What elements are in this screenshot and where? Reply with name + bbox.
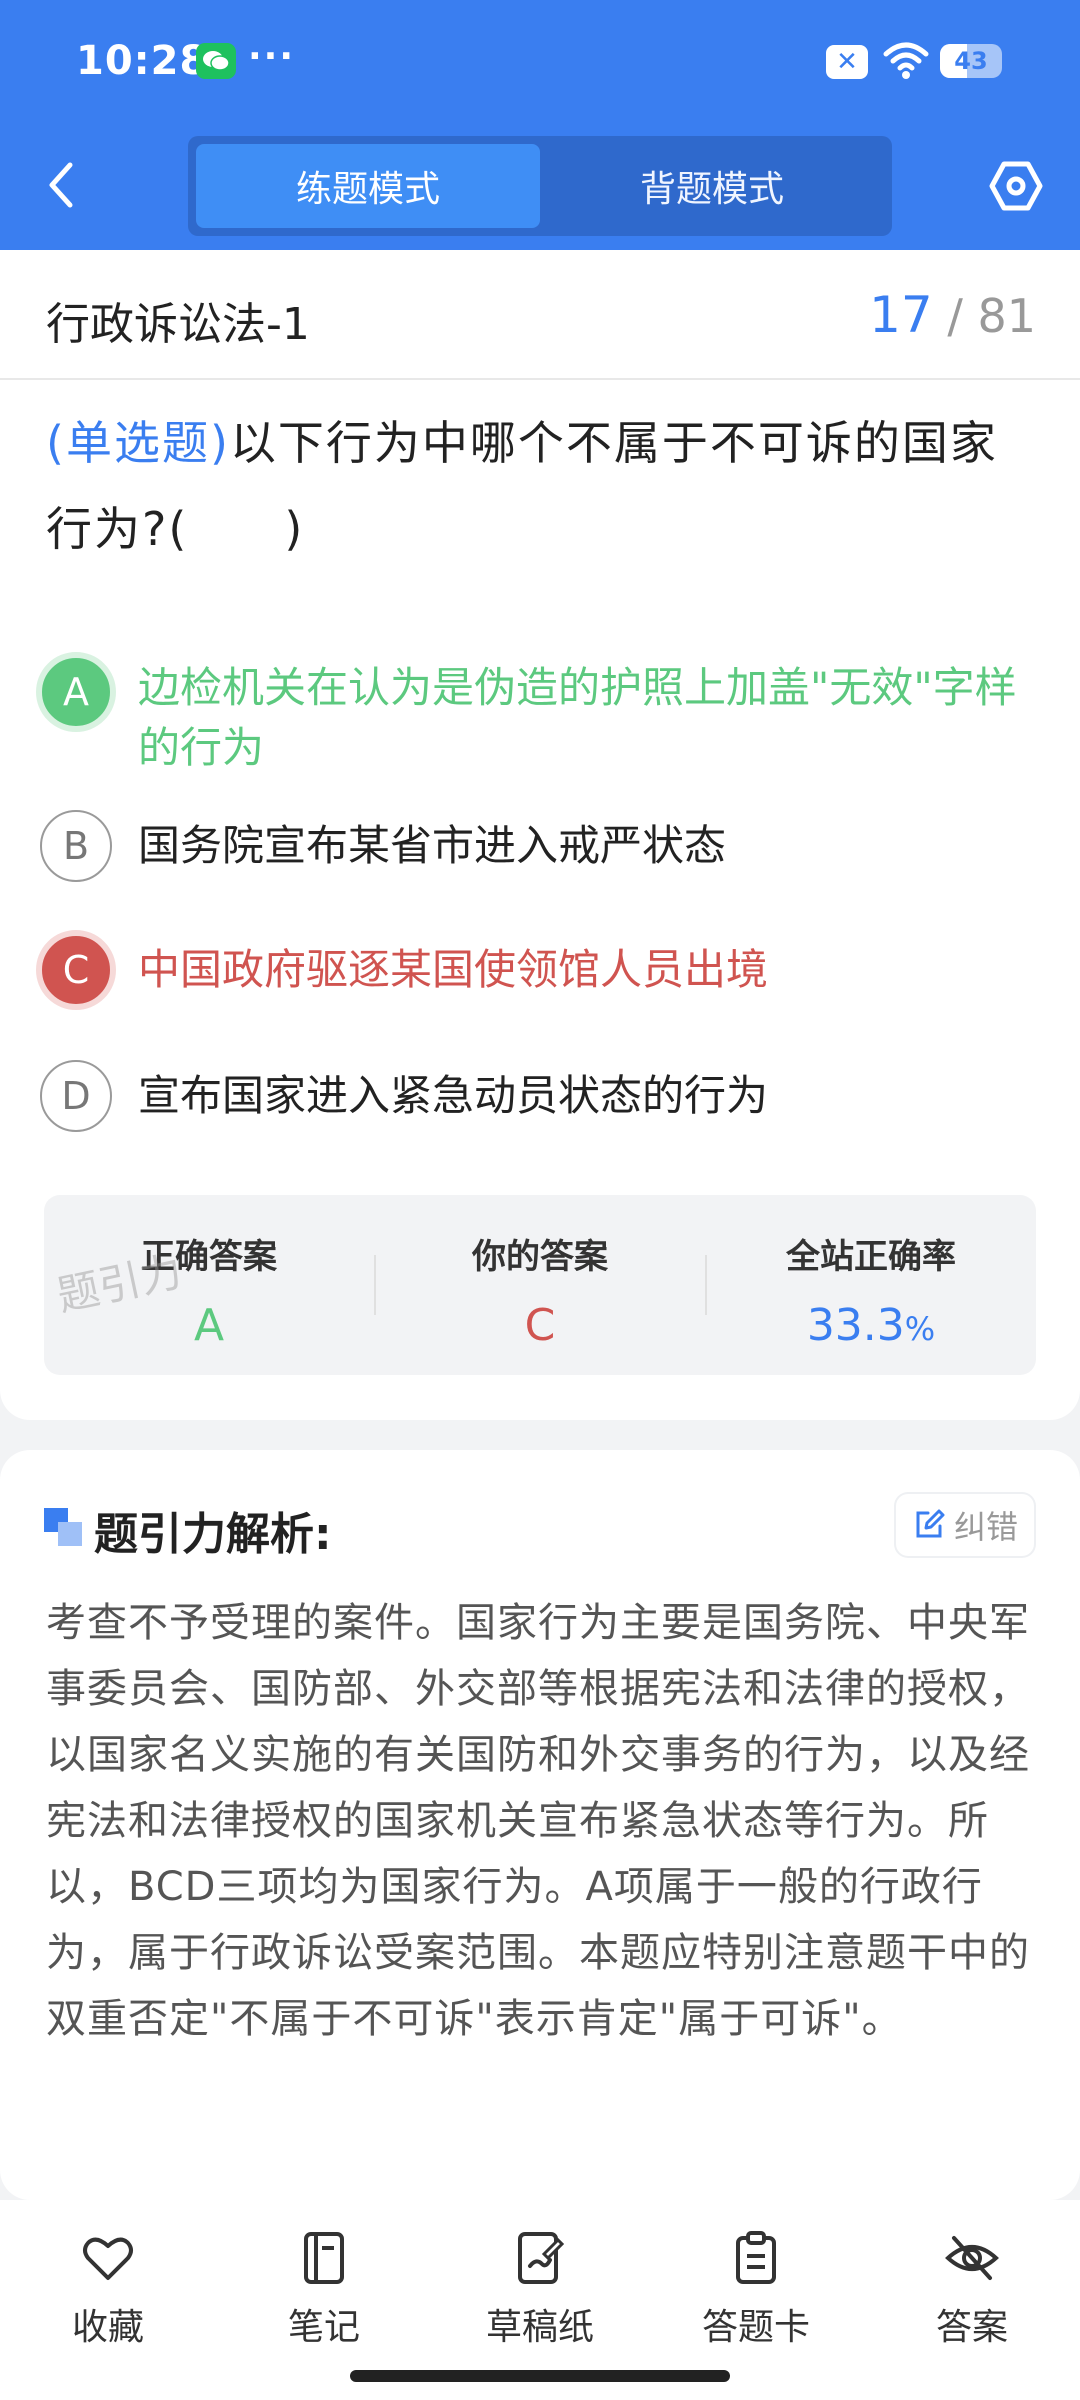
app-header: 10:28 ··· ✕ 43 练题模式 背题模式 bbox=[0, 0, 1080, 250]
clipboard-icon bbox=[736, 2231, 776, 2284]
accuracy-label: 全站正确率 bbox=[786, 1237, 956, 1277]
wechat-icon bbox=[196, 43, 236, 79]
option-b[interactable]: B 国务院宣布某省市进入戒严状态 bbox=[40, 810, 1040, 882]
your-answer-label: 你的答案 bbox=[472, 1237, 608, 1277]
accuracy-unit: % bbox=[904, 1310, 936, 1348]
home-indicator[interactable] bbox=[350, 2370, 730, 2382]
notes-button[interactable]: 笔记 bbox=[244, 2230, 404, 2350]
your-answer-stat: 你的答案 C bbox=[375, 1195, 705, 1375]
answer-sheet-label: 答题卡 bbox=[701, 2307, 810, 2348]
question-progress[interactable]: 17 / 81 bbox=[869, 286, 1036, 344]
more-notifications-icon: ··· bbox=[248, 36, 296, 77]
show-answer-label: 答案 bbox=[935, 2307, 1008, 2348]
tab-memorize-mode[interactable]: 背题模式 bbox=[540, 144, 884, 228]
wifi-icon bbox=[883, 42, 929, 79]
option-d[interactable]: D 宣布国家进入紧急动员状态的行为 bbox=[40, 1060, 1040, 1132]
option-text: 宣布国家进入紧急动员状态的行为 bbox=[138, 1071, 769, 1120]
your-answer-value: C bbox=[524, 1300, 556, 1351]
option-text: 边检机关在认为是伪造的护照上加盖"无效"字样的行为 bbox=[138, 663, 1017, 772]
back-chevron-icon[interactable] bbox=[40, 155, 84, 215]
analysis-card: 题引力解析: 纠错 考查不予受理的案件。国家行为主要是国务院、中央军事委员会、国… bbox=[0, 1450, 1080, 2200]
favorite-label: 收藏 bbox=[71, 2307, 144, 2348]
scratch-paper-button[interactable]: 草稿纸 bbox=[460, 2230, 620, 2350]
analysis-squares-icon bbox=[44, 1508, 82, 1546]
status-time: 10:28 bbox=[76, 38, 209, 84]
battery-indicator: 43 bbox=[940, 44, 1002, 78]
notebook-icon bbox=[304, 2232, 344, 2284]
mode-switch: 练题模式 背题模式 bbox=[188, 136, 892, 236]
analysis-text: 考查不予受理的案件。国家行为主要是国务院、中央军事委员会、国防部、外交部等根据宪… bbox=[46, 1600, 1030, 2042]
answer-sheet-button[interactable]: 答题卡 bbox=[676, 2230, 836, 2350]
accuracy-value: 33.3% bbox=[706, 1300, 1036, 1351]
show-answer-button[interactable]: 答案 bbox=[892, 2230, 1052, 2350]
analysis-title: 题引力解析: bbox=[94, 1509, 332, 1560]
title-row: 行政诉讼法-1 17 / 81 bbox=[0, 250, 1080, 380]
option-letter: C bbox=[36, 930, 116, 1010]
edit-icon bbox=[916, 1509, 945, 1538]
notes-label: 笔记 bbox=[287, 2307, 360, 2348]
heart-icon bbox=[83, 2237, 133, 2280]
option-letter: D bbox=[40, 1060, 112, 1132]
option-a[interactable]: A 边检机关在认为是伪造的护照上加盖"无效"字样的行为 bbox=[36, 652, 1040, 778]
report-error-button[interactable]: 纠错 bbox=[896, 1494, 1034, 1556]
question-type-tag: (单选题) bbox=[46, 416, 230, 470]
option-letter: A bbox=[36, 652, 116, 732]
battery-level: 43 bbox=[954, 47, 988, 75]
current-question-number: 17 bbox=[869, 286, 933, 344]
total-questions: / 81 bbox=[947, 289, 1036, 343]
answer-stats: 正确答案 A 你的答案 C 全站正确率 33.3% bbox=[44, 1195, 1036, 1375]
question-stem: (单选题)以下行为中哪个不属于不可诉的国家行为?( ) bbox=[46, 400, 1036, 572]
settings-hexagon-icon[interactable] bbox=[988, 158, 1044, 214]
draft-icon bbox=[518, 2232, 565, 2284]
tab-practice-mode[interactable]: 练题模式 bbox=[196, 144, 540, 228]
option-letter: B bbox=[40, 810, 112, 882]
favorite-button[interactable]: 收藏 bbox=[28, 2230, 188, 2350]
eye-off-icon bbox=[945, 2236, 999, 2280]
question-card: 行政诉讼法-1 17 / 81 (单选题)以下行为中哪个不属于不可诉的国家行为?… bbox=[0, 250, 1080, 1420]
no-sim-icon: ✕ bbox=[826, 45, 868, 79]
option-text: 中国政府驱逐某国使领馆人员出境 bbox=[138, 945, 769, 994]
chapter-title: 行政诉讼法-1 bbox=[46, 299, 310, 350]
option-c[interactable]: C 中国政府驱逐某国使领馆人员出境 bbox=[36, 930, 1040, 1010]
report-error-label: 纠错 bbox=[953, 1508, 1018, 1546]
accuracy-number: 33.3 bbox=[806, 1300, 905, 1351]
scratch-paper-label: 草稿纸 bbox=[485, 2307, 594, 2348]
accuracy-stat: 全站正确率 33.3% bbox=[706, 1195, 1036, 1375]
status-bar: 10:28 ··· ✕ 43 bbox=[0, 0, 1080, 125]
option-text: 国务院宣布某省市进入戒严状态 bbox=[138, 821, 727, 870]
